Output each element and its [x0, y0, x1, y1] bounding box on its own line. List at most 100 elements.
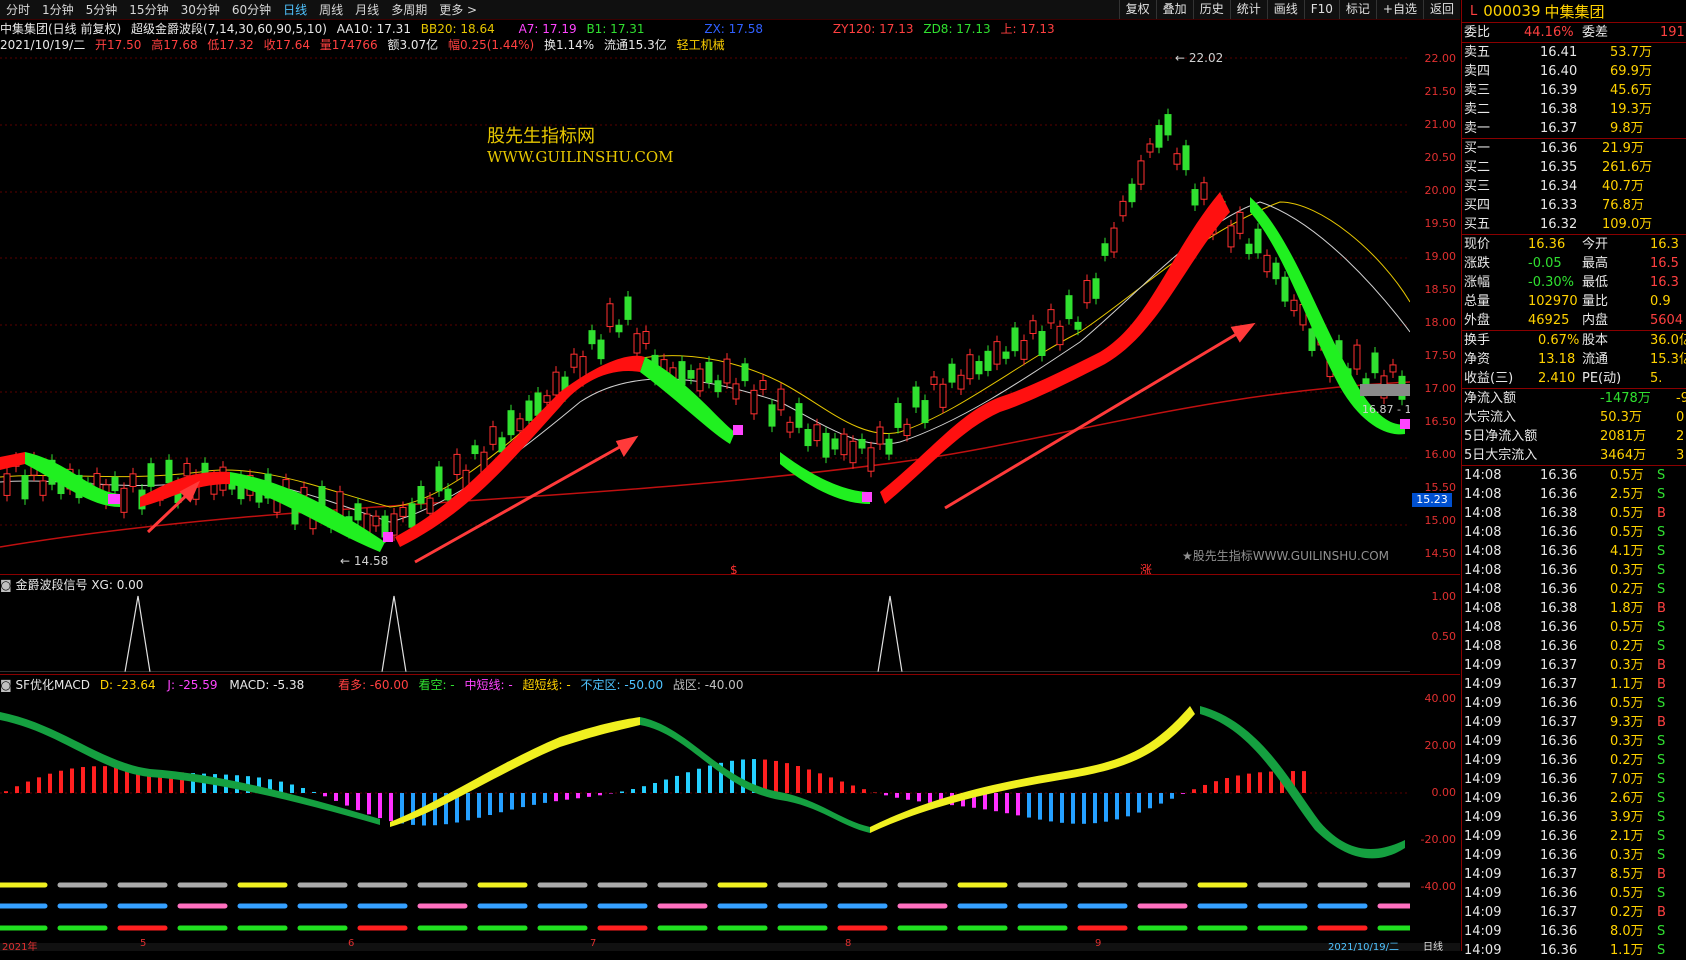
period-30min[interactable]: 30分钟 [175, 1, 226, 18]
candle-body [390, 513, 398, 536]
period-multi[interactable]: 多周期 [385, 1, 433, 18]
period-5min[interactable]: 5分钟 [80, 1, 124, 18]
collapse-icon-2[interactable]: ◙ [0, 678, 12, 692]
stats-button[interactable]: 统计 [1229, 0, 1267, 19]
overlay-button[interactable]: 叠加 [1155, 0, 1193, 19]
macd-bar [15, 786, 19, 793]
candle-body [1191, 189, 1199, 206]
macd-bar [499, 793, 503, 813]
period-monthly[interactable]: 月线 [349, 1, 385, 18]
macd-bar [301, 787, 305, 793]
candle-body [1227, 225, 1235, 248]
macd-bar [4, 791, 8, 793]
candle-body [606, 303, 614, 328]
chart-tool-buttons: 复权 叠加 历史 统计 画线 F10 标记 +自选 返回 [1118, 0, 1460, 19]
ribbon-red-3 [395, 355, 645, 547]
macd-bdq: 不定区: -50.00 [580, 678, 664, 692]
flow-row: 5日净流入额 2081万 2 [1464, 429, 1685, 444]
adjust-button[interactable]: 复权 [1118, 0, 1156, 19]
draw-button[interactable]: 画线 [1266, 0, 1304, 19]
macd-bar [1115, 793, 1119, 820]
macd-bar [1181, 793, 1185, 794]
candle-body [1110, 227, 1118, 253]
candle-body [804, 429, 812, 447]
macd-bar [1060, 793, 1064, 823]
macd-bar [994, 793, 998, 812]
quote-sector[interactable]: 轻工机械 [677, 38, 725, 52]
f10-button[interactable]: F10 [1303, 0, 1339, 19]
price-axis-label: 19.00 [1424, 250, 1457, 263]
period-15min[interactable]: 15分钟 [123, 1, 174, 18]
period-more[interactable]: 更多 > [433, 1, 483, 18]
period-60min[interactable]: 60分钟 [226, 1, 277, 18]
candle-body [930, 376, 938, 385]
candle-body [1038, 330, 1046, 356]
mark-button[interactable]: 标记 [1338, 0, 1376, 19]
macd-bar [532, 793, 536, 805]
candle-body [732, 383, 740, 400]
price-axis-label: 20.50 [1424, 151, 1457, 164]
macd-bar [1192, 789, 1196, 793]
macd-title[interactable]: SF优化MACD [15, 678, 90, 692]
signal-spike-3 [877, 595, 903, 672]
macd-bar [1159, 793, 1163, 804]
macd-d: D: -23.64 [99, 678, 156, 692]
period-1min[interactable]: 1分钟 [36, 1, 80, 18]
bid-row: 买一 16.36 21.9万 [1464, 141, 1644, 156]
quote-amplitude: 幅0.25(1.44%) [448, 38, 535, 52]
macd-bar [1027, 793, 1031, 818]
macd-bar [576, 793, 580, 799]
back-button[interactable]: 返回 [1422, 0, 1460, 19]
flow-row: 5日大宗流入 3464万 3 [1464, 448, 1685, 463]
macd-bar [378, 793, 382, 819]
add-watchlist-button[interactable]: +自选 [1375, 0, 1423, 19]
candle-body [1029, 320, 1037, 334]
macd-bar [1148, 793, 1152, 809]
quote-header: L 000039 中集集团 [1462, 0, 1686, 23]
period-daily[interactable]: 日线 [277, 1, 313, 18]
tick-row: 14:09 16.36 0.5万 S [1464, 886, 1666, 901]
candle-body [966, 354, 974, 380]
macd-bar [488, 793, 492, 816]
candle-body [885, 438, 893, 455]
macd-kd: 看多: -60.00 [338, 678, 409, 692]
candle-body [723, 358, 731, 384]
candle-body [129, 473, 137, 488]
indicator-name[interactable]: 超级金爵波段(7,14,30,60,90,5,10) [131, 22, 327, 36]
macd-bar [1093, 793, 1097, 824]
candle-body [1083, 280, 1091, 304]
candle-body [615, 324, 623, 333]
macd-bar [1203, 784, 1207, 793]
flow-row: 净流入额 -1478万 -9 [1464, 391, 1686, 406]
tick-list[interactable]: 14:08 16.36 0.5万 S 14:08 16.36 2.5万 S 14:08 16.38… [1462, 466, 1686, 960]
candle-body [1272, 262, 1280, 280]
period-intraday[interactable]: 分时 [0, 1, 36, 18]
candle-body [1092, 278, 1100, 299]
candle-body [417, 486, 425, 504]
main-kline-chart[interactable]: ← 22.02 ← 14.58 16.87 - 1 $ 涨 [0, 52, 1410, 574]
ask-row: 卖二 16.38 19.3万 [1464, 102, 1652, 117]
macd-bar [686, 772, 690, 793]
macd-bar [466, 793, 470, 821]
candle-body [1371, 352, 1379, 374]
stat-row: 涨跌 -0.05 最高 16.5 [1464, 256, 1679, 271]
candle-body [1389, 364, 1397, 373]
candle-body [1137, 160, 1145, 185]
candle-body [777, 388, 785, 411]
history-button[interactable]: 历史 [1192, 0, 1230, 19]
tick-row: 14:09 16.36 0.5万 S [1464, 696, 1666, 711]
dollar-marker: $ [730, 563, 738, 574]
candle-body [795, 403, 803, 428]
candle-body [507, 410, 515, 436]
macd-bar [598, 793, 602, 796]
main-grid [0, 57, 1410, 526]
legend-bb20: BB20: 18.64 [420, 22, 495, 36]
signal-spike-1 [124, 595, 151, 672]
divider-1 [0, 574, 1460, 575]
macd-bar [1247, 773, 1251, 793]
period-weekly[interactable]: 周线 [313, 1, 349, 18]
macd-value: MACD: -5.38 [229, 678, 305, 692]
price-axis-label: 21.00 [1424, 118, 1457, 131]
macd-bar [290, 784, 294, 793]
candle-body [372, 515, 380, 527]
